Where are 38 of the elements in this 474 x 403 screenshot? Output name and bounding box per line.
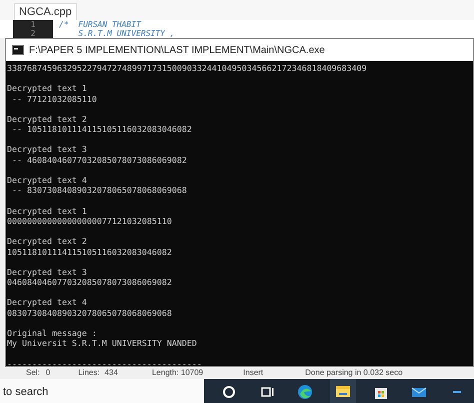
console-line: -- 77121032085110 (10, 94, 98, 104)
status-text: Length: 10709 (152, 368, 204, 377)
code-line: /* FURSAN THABIT (58, 20, 141, 29)
console-line: Decrypted text 4 (7, 175, 88, 186)
console-line: 046084046077032085078073086069082 (7, 277, 173, 288)
console-line: Decrypted text 4 (7, 297, 88, 308)
console-line: -- 46084046077032085078073086069082 (10, 154, 188, 166)
console-line: Decrypted text 3 (7, 144, 88, 155)
status-text: Lines: (78, 368, 100, 377)
search-box[interactable]: to search (0, 379, 204, 403)
window-title: F:\PAPER 5 IMPLEMENTION\LAST IMPLEMENT\Main\NGCA.exe (29, 44, 325, 56)
console-icon (12, 45, 24, 55)
console-line: Decrypted text 1 (7, 83, 88, 94)
console-line: Original message : (7, 328, 98, 338)
file-tab[interactable]: NGCA.cpp (14, 3, 77, 20)
console-line: 105118101114115105116032083046082 (7, 246, 173, 257)
taskbar-button[interactable] (330, 379, 356, 403)
console-line: Decrypted text 3 (7, 266, 88, 278)
console-line: 000000000000000000077121032085110 (7, 216, 173, 226)
status-text: Done parsing in 0.032 seco (305, 368, 403, 377)
console-line: Decrypted text 1 (7, 206, 88, 216)
console-line: Decrypted text 2 (7, 236, 88, 247)
console-line: 338768745963295227947274899717315009033244104950345662172346818409683409 (7, 63, 368, 74)
status-text: Sel: (26, 368, 40, 377)
browser-icon (295, 382, 315, 402)
console-line: 083073084089032078065078068069068 (7, 308, 173, 318)
console-line: My Universit S.R.T.M UNIVERSITY NANDED (7, 338, 198, 349)
line-number: 2 (13, 29, 53, 38)
console-line: -- 105118101114115105116032083046082 (10, 124, 193, 134)
console-line: Decrypted text 2 (7, 114, 88, 124)
status-text: 434 (104, 368, 118, 377)
console-line: --------------------------------------- (7, 358, 203, 366)
console-line: -- 83073084089032078065078068069068 (10, 185, 188, 196)
status-text: 0 (46, 368, 50, 377)
status-text: Insert (243, 368, 264, 377)
code-line: S.R.T.M UNIVERSITY , (77, 29, 175, 38)
line-number: 1 (13, 20, 53, 29)
search-placeholder: to search (3, 386, 48, 398)
